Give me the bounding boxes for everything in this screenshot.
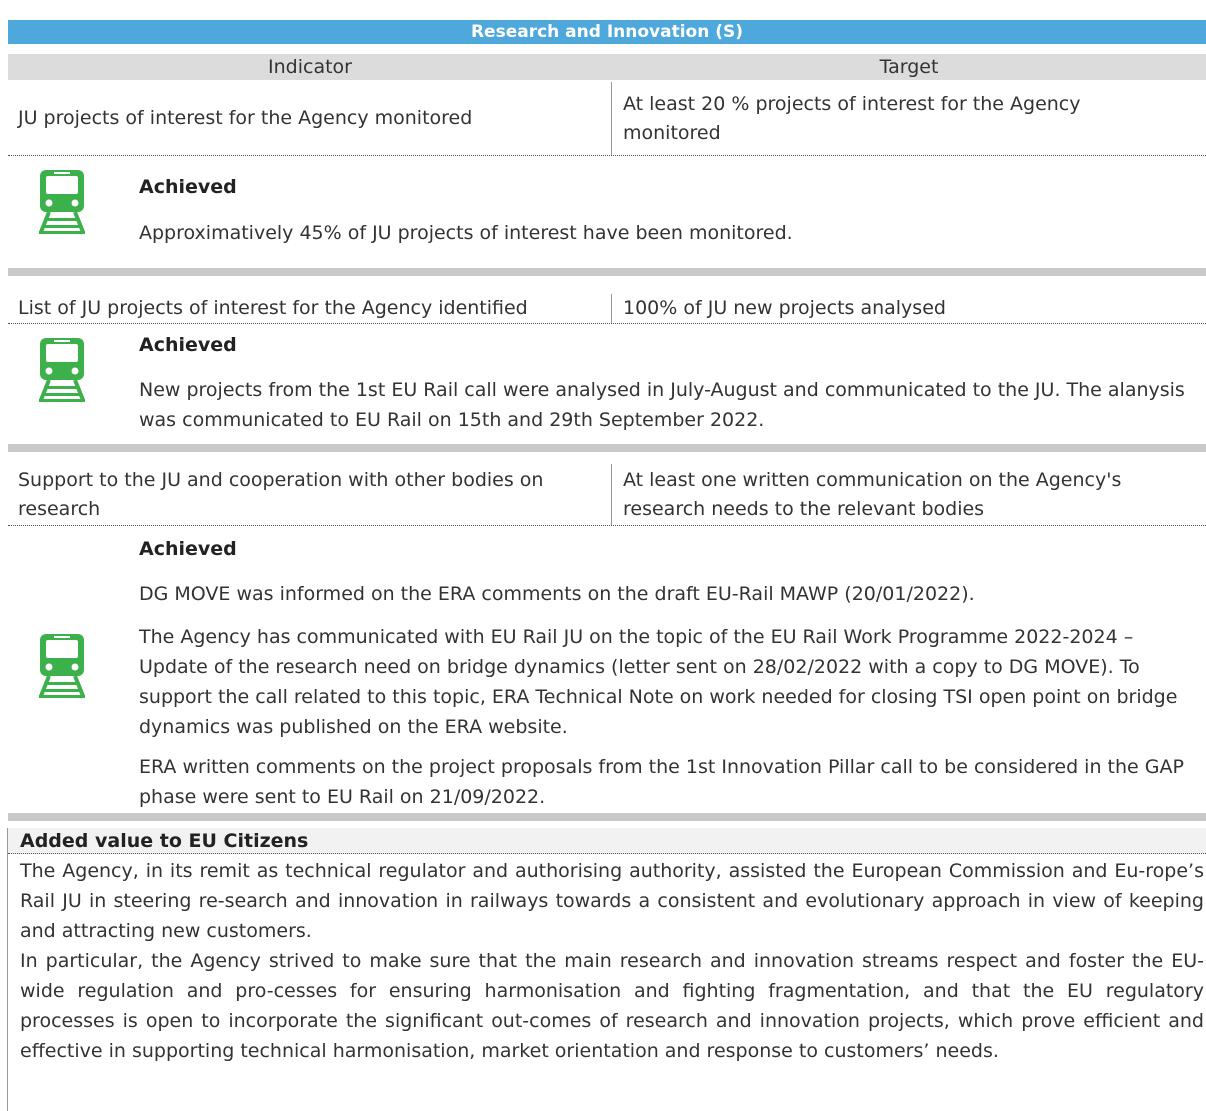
target-text: At least one written communication on th… <box>623 468 1122 520</box>
indicator-cell: Support to the JU and cooperation with o… <box>8 464 612 525</box>
indicator-row: JU projects of interest for the Agency m… <box>8 82 1206 156</box>
indicator-row: Support to the JU and cooperation with o… <box>8 464 1206 526</box>
added-value-heading: Added value to EU Citizens <box>8 828 1206 854</box>
added-value-paragraph: The Agency, in its remit as technical re… <box>20 860 1204 942</box>
result-paragraph: The Agency has communicated with EU Rail… <box>139 626 1178 738</box>
target-column-header: Target <box>879 56 939 78</box>
target-cell: 100% of JU new projects analysed <box>623 294 1206 323</box>
result-paragraph: ERA written comments on the project prop… <box>139 756 1184 808</box>
row-separator <box>8 268 1206 276</box>
row-separator <box>8 444 1206 452</box>
indicator-row: List of JU projects of interest for the … <box>8 294 1206 324</box>
train-icon <box>39 634 85 698</box>
result-paragraph: New projects from the 1st EU Rail call w… <box>139 379 1185 431</box>
indicator-cell: JU projects of interest for the Agency m… <box>8 82 612 155</box>
research-innovation-page: Research and Innovation (S) Indicator Ta… <box>0 0 1206 1111</box>
indicator-column-header: Indicator <box>268 56 352 78</box>
target-cell: At least one written communication on th… <box>623 464 1206 525</box>
status-label: Achieved <box>139 176 237 198</box>
target-text: 100% of JU new projects analysed <box>623 297 946 319</box>
result-paragraph: DG MOVE was informed on the ERA comments… <box>139 583 975 605</box>
status-label: Achieved <box>139 538 237 560</box>
indicator-text: List of JU projects of interest for the … <box>18 297 528 319</box>
target-text: At least 20 % projects of interest for t… <box>623 92 1081 144</box>
result-paragraph: Approximatively 45% of JU projects of in… <box>139 222 793 244</box>
train-icon <box>39 338 85 402</box>
target-cell: At least 20 % projects of interest for t… <box>623 82 1206 155</box>
added-value-text: The Agency, in its remit as technical re… <box>8 856 1206 1066</box>
indicator-text: JU projects of interest for the Agency m… <box>18 107 473 129</box>
status-label: Achieved <box>139 334 237 356</box>
row-separator <box>8 813 1206 821</box>
table-header: Indicator Target <box>8 54 1206 80</box>
indicator-text: Support to the JU and cooperation with o… <box>18 468 544 520</box>
section-title: Research and Innovation (S) <box>8 20 1206 44</box>
train-icon <box>39 170 85 234</box>
added-value-paragraph: In particular, the Agency strived to mak… <box>20 950 1204 1062</box>
indicator-cell: List of JU projects of interest for the … <box>8 294 612 323</box>
